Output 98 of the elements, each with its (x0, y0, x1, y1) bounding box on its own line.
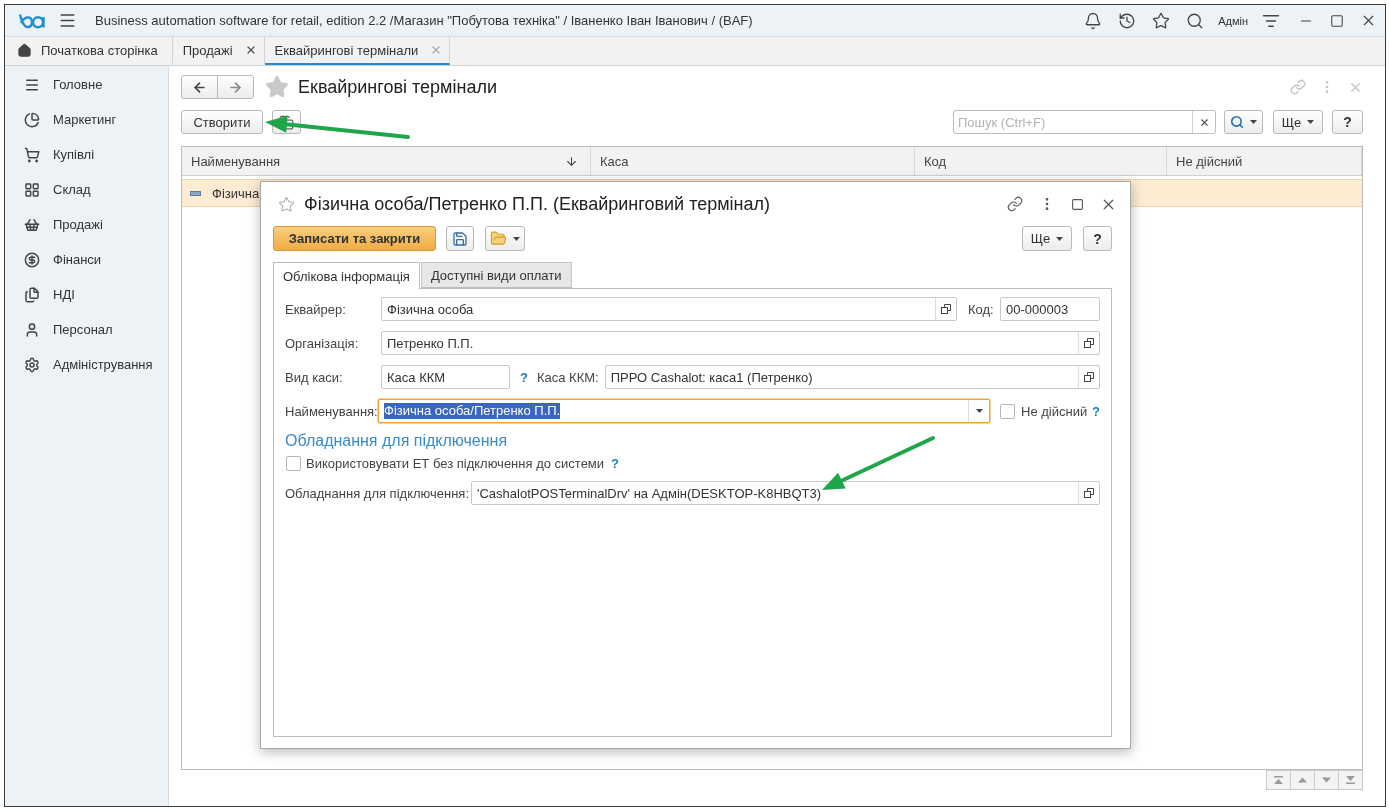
window-title: Business automation software for retail, edition 2.2 /Магазин "Побутова техніка" / Іваненко Іван Іванович / (BAF) (95, 13, 754, 28)
back-button[interactable] (181, 75, 218, 99)
squares-icon (1084, 488, 1094, 498)
bar-triangle-up-icon (1274, 776, 1283, 784)
search-icon[interactable] (1186, 11, 1205, 30)
bell-icon[interactable] (1084, 11, 1103, 30)
field-label: Код: (968, 301, 994, 317)
column-header[interactable]: Найменування (182, 147, 591, 175)
user-name[interactable]: Адмін (1218, 14, 1248, 27)
field-label: Еквайрер: (285, 301, 347, 317)
sidebar-item[interactable]: Головне (5, 67, 168, 102)
sidebar-item[interactable]: НДІ (5, 277, 168, 312)
sidebar-item[interactable]: Маркетинг (5, 102, 168, 137)
gear-icon (24, 356, 40, 373)
documents-icon (24, 286, 40, 303)
star-icon[interactable] (278, 195, 295, 213)
field-label: Вид каси: (285, 369, 344, 385)
sidebar-item[interactable]: Купівлі (5, 137, 168, 172)
save-close-button[interactable]: Записати та закрити (273, 226, 436, 251)
search-icon (1230, 115, 1244, 129)
cart-icon (24, 146, 40, 163)
sidebar-item[interactable]: Персонал (5, 312, 168, 347)
bar-triangle-down-icon (1346, 776, 1355, 784)
caret-icon (975, 409, 983, 413)
create-button[interactable]: Створити (181, 110, 263, 134)
column-header[interactable]: Код (915, 147, 1167, 175)
copy-icon (279, 114, 294, 130)
item-marker-icon (190, 190, 201, 196)
person-icon (24, 321, 40, 338)
caret-icon (1307, 120, 1315, 124)
grid-icon (24, 181, 40, 198)
save-button[interactable] (446, 226, 474, 251)
input-field[interactable]: 00-000003 (1000, 297, 1100, 321)
field-label: Обладнання для підключення: (285, 485, 471, 501)
input-field[interactable]: 'CashalotPOSTerminalDrv' на Адмін(DESKTOP-K8HBQT3) (471, 481, 1100, 505)
input-field[interactable]: Петренко П.П. (381, 331, 1100, 355)
menu-icon[interactable] (58, 11, 77, 30)
coin-icon (24, 251, 40, 268)
squares-icon (941, 304, 951, 314)
help-link[interactable]: ? (1092, 403, 1100, 419)
column-header[interactable]: Каса (591, 147, 915, 175)
checkbox[interactable] (1000, 403, 1015, 419)
caret-icon (1250, 120, 1257, 124)
help-button[interactable]: ? (1332, 110, 1363, 134)
tab[interactable]: Початкова сторінка (5, 37, 173, 65)
clear-icon (1198, 116, 1210, 128)
maximize-icon[interactable] (1071, 197, 1084, 211)
checkbox-label: Не дійсний (1021, 403, 1088, 419)
logo-icon (18, 12, 46, 29)
input-field[interactable]: Каса ККМ (381, 365, 510, 389)
tab[interactable]: Еквайрингові термінали (264, 37, 451, 65)
scroll-to-bottom-button[interactable] (1338, 770, 1363, 790)
tab[interactable]: Продажі (172, 37, 265, 65)
folder-icon (490, 230, 507, 247)
tab[interactable]: Доступні види оплати (420, 262, 572, 288)
history-icon[interactable] (1118, 11, 1137, 30)
scroll-down-button[interactable] (1314, 770, 1339, 790)
sidebar-item[interactable]: Склад (5, 172, 168, 207)
page-title: Еквайрингові термінали (298, 76, 497, 98)
help-link[interactable]: ? (611, 455, 619, 471)
input-field[interactable]: ПРРО Cashalot: каса1 (Петренко) (604, 365, 1100, 389)
section-heading: Обладнання для підключення (285, 431, 508, 451)
basket-icon (24, 216, 40, 233)
more-button[interactable]: Ще (1273, 110, 1323, 134)
field-label: Організація: (285, 335, 360, 351)
field-label: Каса ККМ: (536, 369, 599, 385)
input-field[interactable]: Фізична особа (381, 297, 957, 321)
input-field[interactable]: Фізична особа/Петренко П.П. (378, 399, 990, 423)
help-button[interactable]: ? (1083, 226, 1112, 251)
scroll-up-button[interactable] (1290, 770, 1315, 790)
more-button[interactable]: Ще (1022, 226, 1072, 251)
scroll-to-top-button[interactable] (1266, 770, 1291, 790)
home-icon (17, 42, 32, 58)
link-icon[interactable] (1007, 196, 1023, 212)
search-field[interactable]: Пошук (Ctrl+F) (953, 110, 1216, 134)
squares-icon (1084, 338, 1094, 348)
star-icon[interactable] (1152, 11, 1171, 30)
arrow-right-icon (228, 79, 243, 95)
checkbox[interactable] (286, 455, 301, 471)
field-label: Найменування: (285, 403, 378, 419)
tab[interactable]: Облікова інформація (273, 262, 420, 289)
column-header[interactable]: Не дійсний (1167, 147, 1362, 175)
squares-icon (1084, 372, 1094, 382)
pie-chart-icon (24, 111, 40, 128)
table-cell: Фізична (212, 185, 260, 201)
help-link[interactable]: ? (520, 369, 528, 385)
sidebar-item[interactable]: Адміністрування (5, 347, 168, 382)
maximize-icon[interactable] (1330, 13, 1344, 28)
checkbox-label: Використовувати ЕТ без підключення до системи (306, 455, 605, 471)
search-button[interactable] (1224, 110, 1263, 134)
star-icon[interactable] (265, 75, 289, 99)
dialog-title: Фізична особа/Петренко П.П. (Еквайринговий термінал) (304, 193, 771, 215)
sidebar-item[interactable]: Продажі (5, 207, 168, 242)
triangle-up-icon (1298, 776, 1307, 784)
sidebar-item[interactable]: Фінанси (5, 242, 168, 277)
caret-icon (513, 236, 520, 241)
triangle-down-icon (1322, 776, 1331, 784)
caret-icon (1056, 236, 1064, 241)
